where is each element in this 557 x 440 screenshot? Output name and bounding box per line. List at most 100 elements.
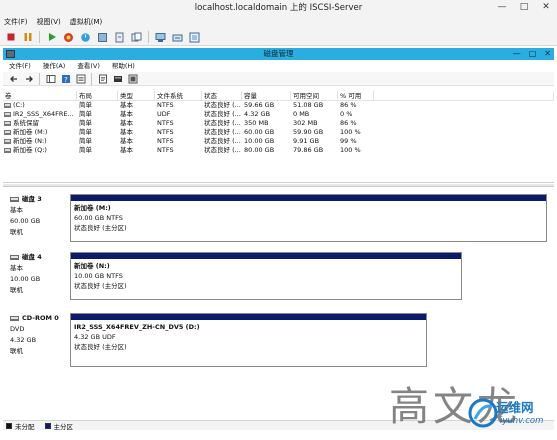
vm-window-controls: — □ ✕ [495,2,553,13]
legend-label: 未分配 [15,422,35,431]
minimize-button[interactable]: — [495,2,509,13]
legend-swatch-primary [44,422,51,429]
column-header-filler [374,91,554,100]
disk-management-titlebar: 磁盘管理 — □ ✕ [3,48,554,60]
dm-menu-action[interactable]: 操作(A) [43,61,66,72]
dm-menu-file[interactable]: 文件(F) [9,61,31,72]
disk-info: CD-ROM 0 DVD 4.32 GB 联机 [7,313,69,357]
column-header-filesystem[interactable]: 文件系统 [155,91,202,100]
cell-free-space: 9.91 GB [293,137,320,145]
cell-status: 状态良好 (... [204,146,241,154]
cell-percent-free: 86 % [340,119,357,127]
legend-swatch-unallocated [6,422,12,429]
partition-block[interactable]: 新加卷 (N:) 10.00 GB NTFS 状态良好 (主分区) [70,252,462,300]
console-icon[interactable] [154,31,167,44]
pane-splitter[interactable] [3,184,554,187]
snapshot-icon[interactable] [96,31,109,44]
console-tree-icon[interactable] [45,73,56,84]
partition-block[interactable]: IR2_SSS_X64FREV_ZH-CN_DV5 (D:) 4.32 GB U… [70,313,427,367]
cell-filesystem: NTFS [157,119,174,127]
table-row[interactable]: 新加卷 (Q:) 简单 基本 NTFS 状态良好 (... 80.00 GB 7… [3,146,554,155]
volume-icon [4,112,11,117]
disk-type: 基本 [10,206,23,214]
details-icon[interactable] [127,73,138,84]
dm-menubar: 文件(F) 操作(A) 查看(V) 帮助(H) [3,61,554,72]
cell-volume: 新加卷 (Q:) [13,146,47,154]
cell-percent-free: 99 % [340,137,357,145]
volume-icon [4,103,11,108]
pause-icon[interactable] [21,31,34,44]
column-header-percent-free[interactable]: % 可用 [338,91,374,100]
vm-menubar: 文件(F) 视图(V) 虚拟机(M) [0,16,557,29]
play-icon[interactable] [45,31,58,44]
dm-maximize-button[interactable]: □ [529,48,537,60]
svg-text:?: ? [64,76,68,84]
menu-vm[interactable]: 虚拟机(M) [70,16,103,29]
properties-icon[interactable] [97,73,108,84]
cell-type: 基本 [120,137,133,145]
partition-block[interactable]: 新加卷 (M:) 60.00 GB NTFS 状态良好 (主分区) [70,194,547,242]
column-header-layout[interactable]: 布局 [77,91,118,100]
dm-menu-view[interactable]: 查看(V) [77,61,100,72]
cell-type: 基本 [120,110,133,118]
power-icon[interactable] [79,31,92,44]
cell-filesystem: NTFS [157,146,174,154]
menu-view[interactable]: 视图(V) [37,16,61,29]
table-row[interactable]: 新加卷 (M:) 简单 基本 NTFS 状态良好 (... 60.00 GB 5… [3,128,554,137]
disk-management-icon [6,50,15,58]
partition-status: 状态良好 (主分区) [74,224,127,232]
dm-window-controls: — □ ✕ [513,48,551,60]
forward-arrow-icon[interactable] [23,73,34,84]
watermark-site: iyunv.com [500,416,544,426]
table-row[interactable]: IR2_SSS_X64FRE... 简单 基本 UDF 状态良好 (... 4.… [3,110,554,119]
stop-icon[interactable] [4,31,17,44]
fullscreen-icon[interactable] [188,31,201,44]
menu-file[interactable]: 文件(F) [4,16,28,29]
column-header-free-space[interactable]: 可用空间 [291,91,338,100]
dm-toolbar: ? [3,72,554,86]
partition-status: 状态良好 (主分区) [74,282,127,290]
cell-layout: 简单 [79,101,92,109]
disk-size: 10.00 GB [10,275,41,283]
table-row[interactable]: 系统保留 简单 基本 NTFS 状态良好 (... 350 MB 302 MB … [3,119,554,128]
send-keys-icon[interactable] [171,31,184,44]
cell-volume: 新加卷 (M:) [13,128,48,136]
disk-state: 联机 [10,228,23,236]
dm-menu-help[interactable]: 帮助(H) [112,61,135,72]
partition-name: IR2_SSS_X64FREV_ZH-CN_DV5 (D:) [74,323,200,331]
table-row[interactable]: (C:) 简单 基本 NTFS 状态良好 (... 59.66 GB 51.08… [3,101,554,110]
volume-list: (C:) 简单 基本 NTFS 状态良好 (... 59.66 GB 51.08… [3,101,554,155]
table-row[interactable]: 新加卷 (N:) 简单 基本 NTFS 状态良好 (... 10.00 GB 9… [3,137,554,146]
cell-status: 状态良好 (... [204,137,241,145]
volume-icon [4,139,11,144]
cell-filesystem: NTFS [157,137,174,145]
revert-icon[interactable] [113,31,126,44]
manage-snapshot-icon[interactable] [130,31,143,44]
column-header-capacity[interactable]: 容量 [242,91,291,100]
dm-minimize-button[interactable]: — [513,48,521,60]
cell-filesystem: NTFS [157,101,174,109]
toolbar-divider [39,31,40,43]
cell-capacity: 10.00 GB [244,137,275,145]
column-header-status[interactable]: 状态 [202,91,242,100]
hard-disk-icon [10,197,19,202]
watermark-brand: 运维网 [496,400,534,415]
partition-name: 新加卷 (M:) [74,204,111,212]
column-header-volume[interactable]: 卷 [3,91,77,100]
legend-item: 主分区 [44,421,73,431]
help-icon[interactable]: ? [60,73,71,84]
partition-detail: 4.32 GB UDF [74,333,116,341]
cell-free-space: 59.90 GB [293,128,324,136]
disk-state: 联机 [10,286,23,294]
volume-icon [4,148,11,153]
dm-close-button[interactable]: ✕ [544,48,551,60]
volume-list-empty-area [3,156,554,183]
close-button[interactable]: ✕ [539,2,553,13]
disk-icon[interactable] [112,73,123,84]
cell-layout: 简单 [79,119,92,127]
list-view-icon[interactable] [75,73,86,84]
back-arrow-icon[interactable] [8,73,19,84]
reset-icon[interactable] [62,31,75,44]
column-header-type[interactable]: 类型 [118,91,155,100]
maximize-button[interactable]: □ [517,2,531,13]
